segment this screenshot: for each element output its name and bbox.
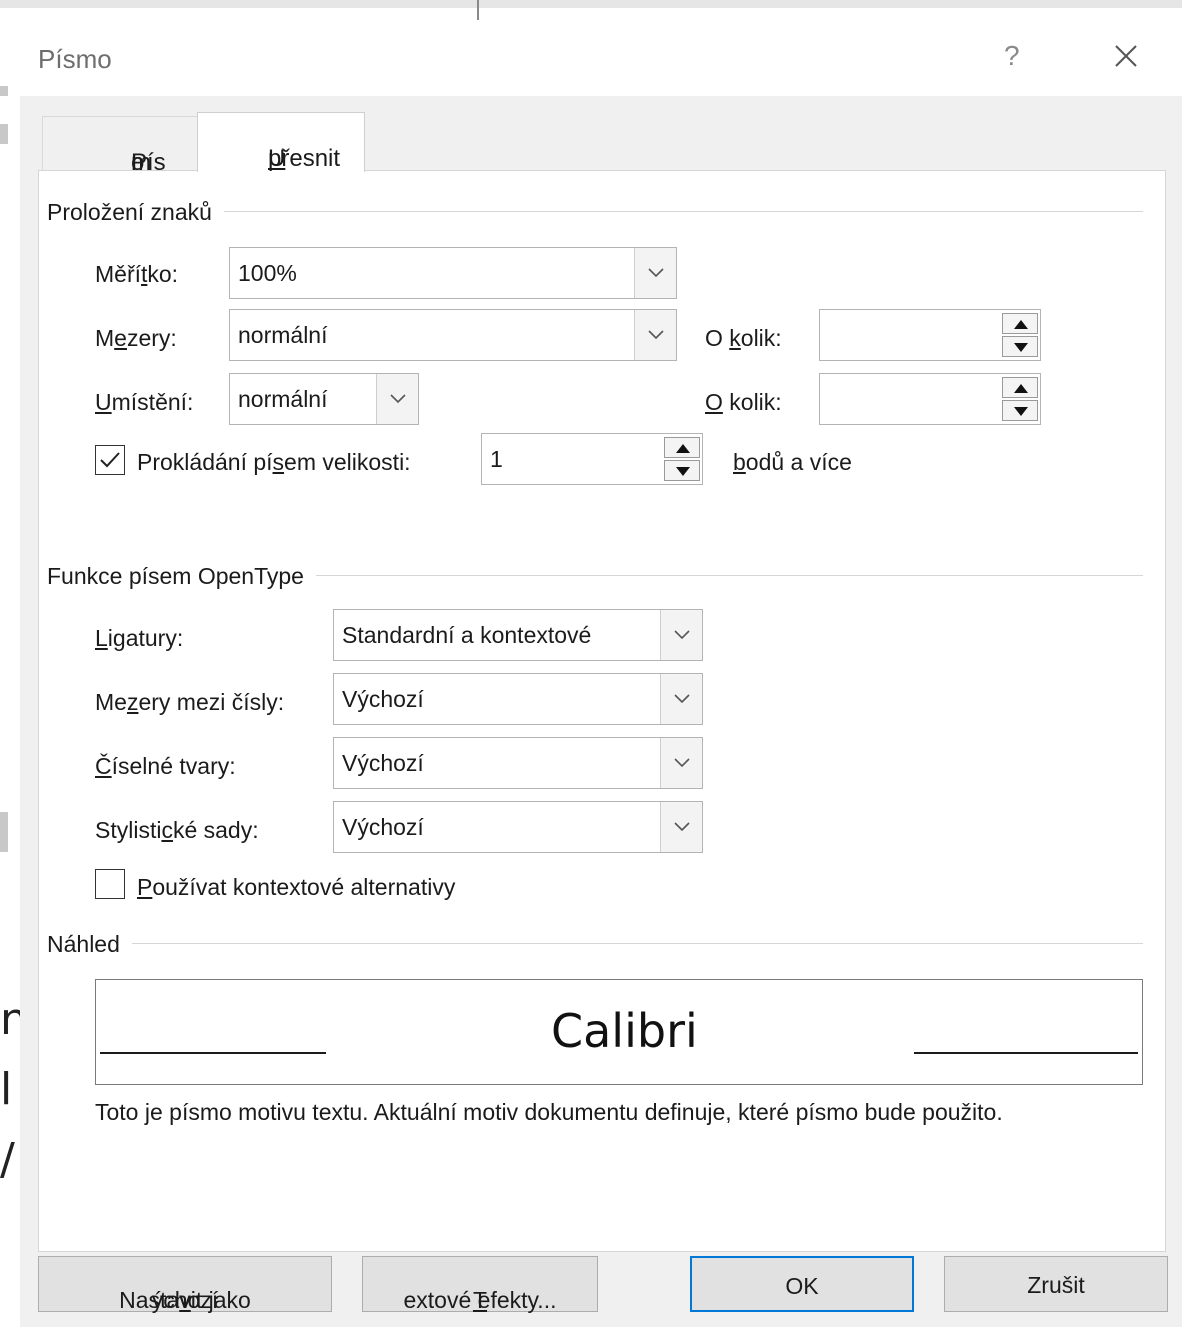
tab-font[interactable]: Pís m o	[42, 116, 198, 176]
number-forms-select[interactable]: Výchozí	[333, 737, 703, 789]
arrow-up-icon	[1014, 384, 1028, 393]
contextual-alternates-checkbox[interactable]	[95, 869, 125, 899]
dropdown-button[interactable]	[660, 738, 702, 788]
position-select[interactable]: normální	[229, 373, 419, 425]
contextual-alternates-label: Používat kontextové alternativy	[137, 874, 456, 900]
kerning-suffix: bodů a více	[733, 449, 852, 475]
chevron-down-icon	[674, 758, 690, 768]
ligatures-label: Ligatury:	[95, 625, 184, 651]
font-dialog: Písmo ? Pís m o Upřesnit Proložení znaků M…	[20, 20, 1182, 1327]
kerning-label: Prokládání písem velikosti:	[137, 449, 411, 475]
spacing-select[interactable]: normální	[229, 309, 677, 361]
spin-down-button[interactable]	[664, 460, 700, 481]
preview-note: Toto je písmo motivu textu. Aktuální mot…	[95, 1099, 1003, 1125]
group-title-preview: Náhled	[47, 931, 132, 958]
number-spacing-label: Mezery mezi čísly:	[95, 689, 285, 715]
position-by-label: O kolik:	[705, 389, 782, 415]
dialog-title: Písmo	[38, 44, 112, 74]
arrow-up-icon	[1014, 320, 1028, 329]
scale-value: 100%	[238, 260, 297, 286]
close-button[interactable]	[1108, 38, 1144, 74]
arrow-up-icon	[676, 444, 690, 453]
close-icon	[1115, 45, 1137, 67]
position-by-spinner[interactable]	[819, 373, 1041, 425]
group-title-opentype: Funkce písem OpenType	[47, 563, 316, 590]
background-edge	[0, 124, 8, 144]
stylistic-sets-select[interactable]: Výchozí	[333, 801, 703, 853]
help-button[interactable]: ?	[1004, 40, 1020, 72]
dropdown-button[interactable]	[660, 674, 702, 724]
spacing-value: normální	[238, 322, 328, 348]
kerning-size-spinner[interactable]: 1	[481, 433, 703, 485]
spinner-buttons	[1002, 377, 1038, 421]
group-divider	[47, 943, 1143, 944]
spacing-label: Mezery:	[95, 325, 177, 351]
button-label: OK	[785, 1273, 819, 1299]
spin-up-button[interactable]	[664, 437, 700, 458]
background-edge	[0, 812, 8, 852]
arrow-down-icon	[1014, 407, 1028, 416]
scale-select[interactable]: 100%	[229, 247, 677, 299]
preview-sample-text: Calibri	[551, 1004, 698, 1058]
button-label: Zrušit	[1027, 1272, 1085, 1298]
dropdown-button[interactable]	[660, 802, 702, 852]
spin-down-button[interactable]	[1002, 400, 1038, 421]
tab-advanced[interactable]: Upřesnit	[197, 112, 365, 172]
spacing-by-label: O kolik:	[705, 325, 782, 351]
spacing-by-spinner[interactable]	[819, 309, 1041, 361]
spin-up-button[interactable]	[1002, 377, 1038, 398]
dropdown-button[interactable]	[660, 610, 702, 660]
number-forms-value: Výchozí	[342, 750, 424, 776]
chevron-down-icon	[390, 394, 406, 404]
scale-label: Měřítko:	[95, 261, 179, 287]
number-forms-label: Číselné tvary:	[95, 753, 236, 779]
dropdown-button[interactable]	[376, 374, 418, 424]
preview-baseline	[100, 1052, 326, 1054]
background-text: l	[0, 1064, 13, 1115]
arrow-down-icon	[676, 467, 690, 476]
spinner-buttons	[1002, 313, 1038, 357]
advanced-panel: Proložení znaků Měřítko: 100% Mezery: no…	[38, 170, 1166, 1252]
font-preview-box: Calibri	[95, 979, 1143, 1085]
set-default-button[interactable]: Nastavit jako v ýchozí	[38, 1256, 332, 1313]
chevron-down-icon	[674, 822, 690, 832]
title-bar: Písmo ?	[20, 20, 1182, 96]
preview-baseline	[914, 1052, 1138, 1054]
spin-down-button[interactable]	[1002, 336, 1038, 357]
arrow-down-icon	[1014, 343, 1028, 352]
stylistic-sets-value: Výchozí	[342, 814, 424, 840]
background-text: /	[0, 1134, 15, 1185]
ligatures-select[interactable]: Standardní a kontextové	[333, 609, 703, 661]
kerning-size-value: 1	[490, 446, 503, 472]
stylistic-sets-label: Stylistické sady:	[95, 817, 259, 843]
spin-up-button[interactable]	[1002, 313, 1038, 334]
dropdown-button[interactable]	[634, 310, 676, 360]
background-edge	[0, 86, 8, 96]
background-divider	[477, 0, 479, 22]
position-value: normální	[238, 386, 328, 412]
cancel-button[interactable]: Zrušit	[944, 1256, 1168, 1312]
kerning-checkbox[interactable]	[95, 445, 125, 475]
group-title-spacing: Proložení znaků	[47, 199, 224, 226]
chevron-down-icon	[648, 330, 664, 340]
ligatures-value: Standardní a kontextové	[342, 622, 592, 648]
text-effects-button[interactable]: Textové efekty...	[362, 1256, 598, 1313]
number-spacing-select[interactable]: Výchozí	[333, 673, 703, 725]
checkmark-icon	[100, 452, 120, 468]
ok-button[interactable]: OK	[690, 1256, 914, 1312]
position-label: Umístění:	[95, 389, 194, 415]
spinner-buttons	[664, 437, 700, 481]
number-spacing-value: Výchozí	[342, 686, 424, 712]
chevron-down-icon	[674, 694, 690, 704]
chevron-down-icon	[674, 630, 690, 640]
dropdown-button[interactable]	[634, 248, 676, 298]
chevron-down-icon	[648, 268, 664, 278]
background-ribbon-edge	[0, 0, 1182, 8]
